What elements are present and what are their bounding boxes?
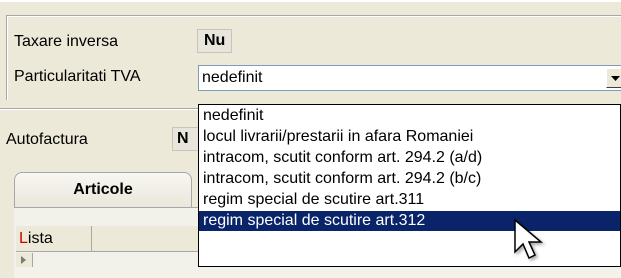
dropdown-option[interactable]: regim special de scutire art.311 — [199, 190, 620, 210]
dropdown-option-highlighted[interactable]: regim special de scutire art.312 — [199, 211, 620, 231]
mouse-pointer-icon — [514, 218, 544, 260]
dropdown-option[interactable]: intracom, scutit conform art. 294.2 (a/d… — [199, 148, 620, 168]
dropdown-option[interactable]: locul livrarii/prestarii in afara Romani… — [199, 127, 620, 147]
chevron-down-icon — [611, 75, 620, 81]
particularitati-tva-select[interactable]: nedefinit — [198, 65, 621, 91]
taxare-inversa-value[interactable]: Nu — [197, 29, 233, 53]
dropdown-button[interactable] — [606, 68, 621, 88]
particularitati-tva-dropdown-list[interactable]: nedefinit locul livrarii/prestarii in af… — [198, 104, 621, 267]
column-header-next[interactable] — [92, 226, 212, 252]
column-header-label: ista — [27, 230, 53, 247]
column-header-lista[interactable]: Lista — [16, 226, 92, 252]
column-header-accelerator: L — [19, 230, 28, 247]
row-indicator-icon — [16, 253, 33, 267]
dropdown-option[interactable]: nedefinit — [199, 106, 620, 126]
dropdown-option[interactable]: intracom, scutit conform art. 294.2 (b/c… — [199, 169, 620, 189]
particularitati-tva-label: Particularitati TVA — [14, 68, 141, 85]
window-top-edge — [0, 0, 621, 2]
autofactura-label: Autofactura — [6, 131, 88, 148]
tab-articole[interactable]: Articole — [14, 172, 192, 208]
particularitati-tva-value: nedefinit — [202, 69, 263, 86]
taxare-inversa-label: Taxare inversa — [14, 33, 119, 50]
